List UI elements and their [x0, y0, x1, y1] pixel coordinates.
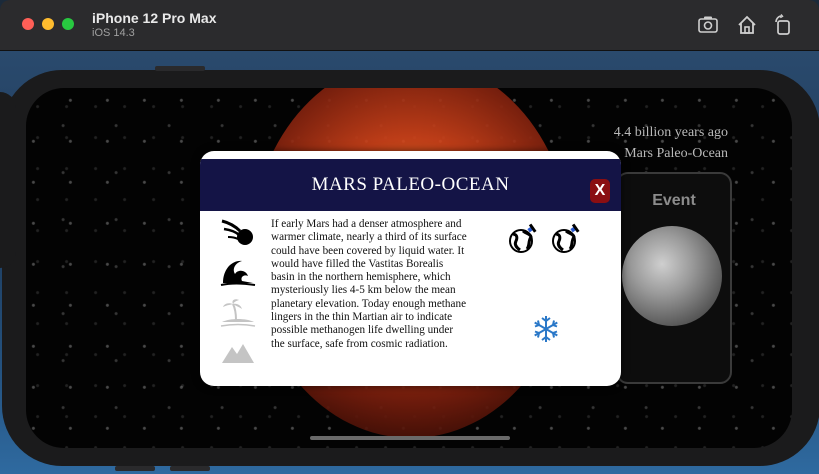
island-icon [220, 299, 256, 327]
home-icon[interactable] [736, 14, 758, 36]
close-window-button[interactable] [22, 18, 34, 30]
modal-header: MARS PALEO-OCEAN X [200, 159, 621, 211]
earth-satellite-icon [509, 223, 537, 253]
simulator-title-bar: iPhone 12 Pro Max iOS 14.3 [0, 0, 819, 51]
phone-volume-button [170, 466, 210, 471]
event-description: If early Mars had a denser atmosphere an… [271, 218, 467, 350]
rotate-icon[interactable] [772, 14, 794, 36]
device-name: iPhone 12 Pro Max [92, 10, 217, 26]
era-name: Mars Paleo-Ocean [624, 146, 728, 161]
phone-side-button [155, 66, 205, 71]
home-indicator[interactable] [310, 436, 510, 440]
zoom-window-button[interactable] [62, 18, 74, 30]
event-modal: MARS PALEO-OCEAN X If early Mars had a d… [200, 151, 621, 386]
phone-volume-button [115, 466, 155, 471]
os-version: iOS 14.3 [92, 27, 135, 39]
minimize-window-button[interactable] [42, 18, 54, 30]
mountain-icon [222, 344, 254, 363]
meteor-icon [221, 219, 253, 245]
modal-title: MARS PALEO-OCEAN [311, 174, 510, 195]
earth-satellite-icon [552, 223, 580, 253]
era-time: 4.4 billion years ago [613, 125, 728, 140]
wave-icon [220, 260, 256, 286]
screenshot-icon[interactable] [697, 14, 719, 36]
snowflake-icon [534, 316, 558, 342]
close-button[interactable]: X [590, 179, 610, 203]
event-card[interactable]: Event [616, 172, 732, 384]
phone-notch [0, 92, 16, 268]
event-label: Event [652, 192, 696, 209]
moon-image [622, 226, 722, 326]
